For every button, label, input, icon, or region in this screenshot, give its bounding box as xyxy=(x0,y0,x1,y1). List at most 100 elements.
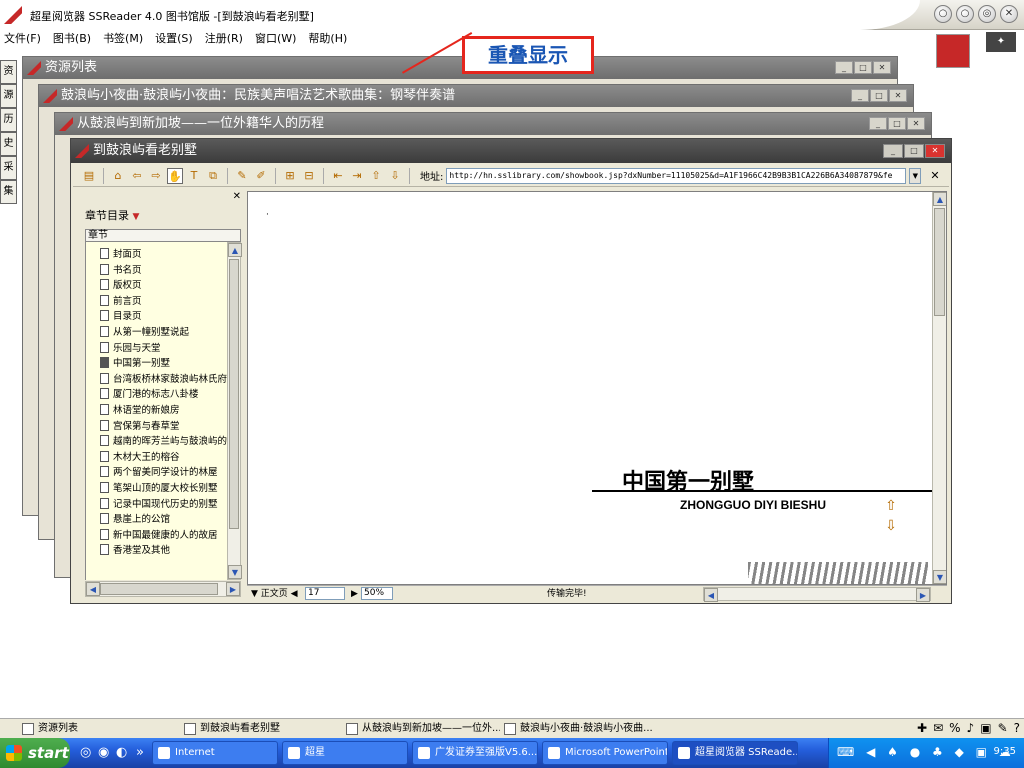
chapter-dropdown[interactable]: 章节目录 ▼ xyxy=(85,207,139,223)
address-input[interactable]: http://hn.sslibrary.com/showbook.jsp?dxN… xyxy=(446,167,907,184)
hand-tool-icon[interactable]: ✋ xyxy=(167,167,183,184)
scroll-down-arrow-icon[interactable]: ▼ xyxy=(228,565,242,579)
page-down-arrow-icon[interactable]: ⇩ xyxy=(387,168,403,184)
music-icon[interactable]: ♪ xyxy=(967,721,975,735)
side-tab-collect-2[interactable]: 集 xyxy=(0,180,17,204)
scroll-thumb[interactable] xyxy=(934,208,945,316)
menu-bookmark[interactable]: 书签(M) xyxy=(103,30,143,48)
help-round-button[interactable]: ○ xyxy=(934,5,952,23)
scroll-right-arrow-icon[interactable]: ▶ xyxy=(916,588,930,602)
chapter-item[interactable]: 新中国最健康的人的故居 xyxy=(86,528,227,544)
scroll-thumb[interactable] xyxy=(229,259,239,529)
home-icon[interactable]: ⌂ xyxy=(110,168,126,184)
text-tool-icon[interactable]: T xyxy=(186,168,202,184)
toggle-panel-icon[interactable]: ▤ xyxy=(81,168,97,184)
book-icon[interactable]: ✉ xyxy=(933,721,943,735)
chapter-item[interactable]: 悬崖上的公馆 xyxy=(86,512,227,528)
first-page-icon[interactable]: ⇤ xyxy=(330,168,346,184)
menu-window[interactable]: 窗口(W) xyxy=(255,30,296,48)
page-number-input[interactable]: 17 xyxy=(305,587,345,600)
scroll-left-arrow-icon[interactable]: ◀ xyxy=(86,582,100,596)
page-viewer[interactable]: · 中国第一别墅 ZHONGGUO DIYI BIESHU ⇧ ⇩ ▲ ▼ xyxy=(247,191,947,585)
minimize-button[interactable]: _ xyxy=(883,144,903,158)
task-powerpoint[interactable]: Microsoft PowerPoint -... xyxy=(542,741,668,765)
close-button[interactable]: ✕ xyxy=(873,61,891,74)
help-icon[interactable]: ? xyxy=(1014,721,1020,735)
scroll-right-arrow-icon[interactable]: ▶ xyxy=(226,582,240,596)
window-tab-serenade[interactable]: 鼓浪屿小夜曲·鼓浪屿小夜曲... xyxy=(502,721,658,737)
quicklaunch-media-icon[interactable]: ◐ xyxy=(116,745,127,760)
forward-arrow-icon[interactable]: ⇨ xyxy=(148,168,164,184)
chapter-item[interactable]: 林语堂的新娘房 xyxy=(86,403,227,419)
window-tab-old-villas[interactable]: 到鼓浪屿看老别墅 xyxy=(182,721,342,737)
percent-icon[interactable]: % xyxy=(949,721,960,735)
scroll-up-arrow-icon[interactable]: ▲ xyxy=(228,243,242,257)
chapter-item[interactable]: 书名页 xyxy=(86,263,227,279)
chapter-item[interactable]: 从第一幢别墅说起 xyxy=(86,325,227,341)
window-tab-resource-list[interactable]: 资源列表 xyxy=(20,721,180,737)
next-page-arrow-icon[interactable]: ⇩ xyxy=(882,518,900,538)
maximize-button[interactable]: □ xyxy=(904,144,924,158)
quicklaunch-ie-icon[interactable]: ◎ xyxy=(80,745,91,760)
select-region-icon[interactable]: ⧉ xyxy=(205,168,221,184)
close-round-button[interactable]: ✕ xyxy=(1000,5,1018,23)
side-tab-resource-2[interactable]: 源 xyxy=(0,84,17,108)
tray-icons[interactable]: ⌨ ◀ ♠ ● ♣ ◆ ▣ ☁ xyxy=(837,745,1015,759)
scroll-left-arrow-icon[interactable]: ◀ xyxy=(704,588,718,602)
maximize-button[interactable]: □ xyxy=(888,117,906,130)
chapter-item[interactable]: 封面页 xyxy=(86,247,227,263)
chapter-item[interactable]: 记录中国现代历史的别墅 xyxy=(86,497,227,513)
panel-close-icon[interactable]: ✕ xyxy=(233,191,241,202)
zoom-arrow-icon[interactable]: ▶ xyxy=(351,586,358,602)
chapter-item[interactable]: 前言页 xyxy=(86,294,227,310)
chapter-horizontal-scrollbar[interactable]: ◀ ▶ xyxy=(85,581,241,597)
chapter-list[interactable]: 封面页 书名页 版权页 前言页 目录页 从第一幢别墅说起 乐园与天堂 中国第一别墅 台湾板桥林家… xyxy=(85,242,227,580)
scroll-thumb[interactable] xyxy=(100,583,218,595)
last-page-icon[interactable]: ⇥ xyxy=(349,168,365,184)
quicklaunch-more-icon[interactable]: » xyxy=(136,745,144,760)
chapter-item[interactable]: 越南的晖芳兰屿与鼓浪屿的 xyxy=(86,434,227,450)
page-mode-select[interactable]: ▼ 正文页 ◀ xyxy=(251,586,298,602)
back-arrow-icon[interactable]: ⇦ xyxy=(129,168,145,184)
task-ssreader[interactable]: 超星阅览器 SSReade... xyxy=(672,741,798,765)
viewer-vertical-scrollbar[interactable]: ▲ ▼ xyxy=(932,192,946,584)
task-gf-securities[interactable]: 广发证券至强版V5.6... xyxy=(412,741,538,765)
active-book-window[interactable]: 到鼓浪屿看老别墅 _ □ ✕ ▤ ⌂ ⇦ ⇨ ✋ T ⧉ ✎ ✐ ⊞ ⊟ ⇤ ⇥ ⇧… xyxy=(70,138,952,604)
chapter-item[interactable]: 木材大王的榕谷 xyxy=(86,450,227,466)
menu-file[interactable]: 文件(F) xyxy=(4,30,41,48)
minimize-button[interactable]: _ xyxy=(835,61,853,74)
scroll-up-arrow-icon[interactable]: ▲ xyxy=(933,192,946,206)
chapter-item[interactable]: 宫保第与春草堂 xyxy=(86,419,227,435)
close-toolbar-icon[interactable]: ✕ xyxy=(930,169,939,182)
maximize-button[interactable]: □ xyxy=(870,89,888,102)
menu-help[interactable]: 帮助(H) xyxy=(308,30,347,48)
scroll-down-arrow-icon[interactable]: ▼ xyxy=(933,570,946,584)
chapter-vertical-scrollbar[interactable]: ▲ ▼ xyxy=(227,242,242,580)
minimize-round-button[interactable]: ○ xyxy=(956,5,974,23)
chapter-item[interactable]: 香港堂及其他 xyxy=(86,543,227,559)
quicklaunch-browser-icon[interactable]: ◉ xyxy=(98,745,109,760)
task-chaoxing-folder[interactable]: 超星 xyxy=(282,741,408,765)
start-button[interactable]: start xyxy=(0,738,70,768)
zoom-select[interactable]: 50% xyxy=(361,587,393,600)
side-tab-history-1[interactable]: 历 xyxy=(0,108,17,132)
task-internet[interactable]: Internet xyxy=(152,741,278,765)
note-icon[interactable]: ✎ xyxy=(234,168,250,184)
chapter-item[interactable]: 版权页 xyxy=(86,278,227,294)
zoom-out-icon[interactable]: ⊟ xyxy=(301,168,317,184)
zoom-in-icon[interactable]: ⊞ xyxy=(282,168,298,184)
menu-register[interactable]: 注册(R) xyxy=(205,30,243,48)
chapter-item[interactable]: 两个留美同学设计的林屋 xyxy=(86,465,227,481)
menu-book[interactable]: 图书(B) xyxy=(53,30,91,48)
prev-page-arrow-icon[interactable]: ⇧ xyxy=(882,498,900,518)
highlighter-icon[interactable]: ✐ xyxy=(253,168,269,184)
side-tab-resource-1[interactable]: 资 xyxy=(0,60,17,84)
menu-settings[interactable]: 设置(S) xyxy=(155,30,193,48)
close-button[interactable]: ✕ xyxy=(889,89,907,102)
chapter-item[interactable]: 目录页 xyxy=(86,309,227,325)
page-up-arrow-icon[interactable]: ⇧ xyxy=(368,168,384,184)
minimize-button[interactable]: _ xyxy=(851,89,869,102)
chapter-item[interactable]: 厦门港的标志八卦楼 xyxy=(86,387,227,403)
chapter-item[interactable]: 笔架山顶的厦大校长别墅 xyxy=(86,481,227,497)
chapter-item[interactable]: 台湾板桥林家鼓浪屿林氏府 xyxy=(86,372,227,388)
